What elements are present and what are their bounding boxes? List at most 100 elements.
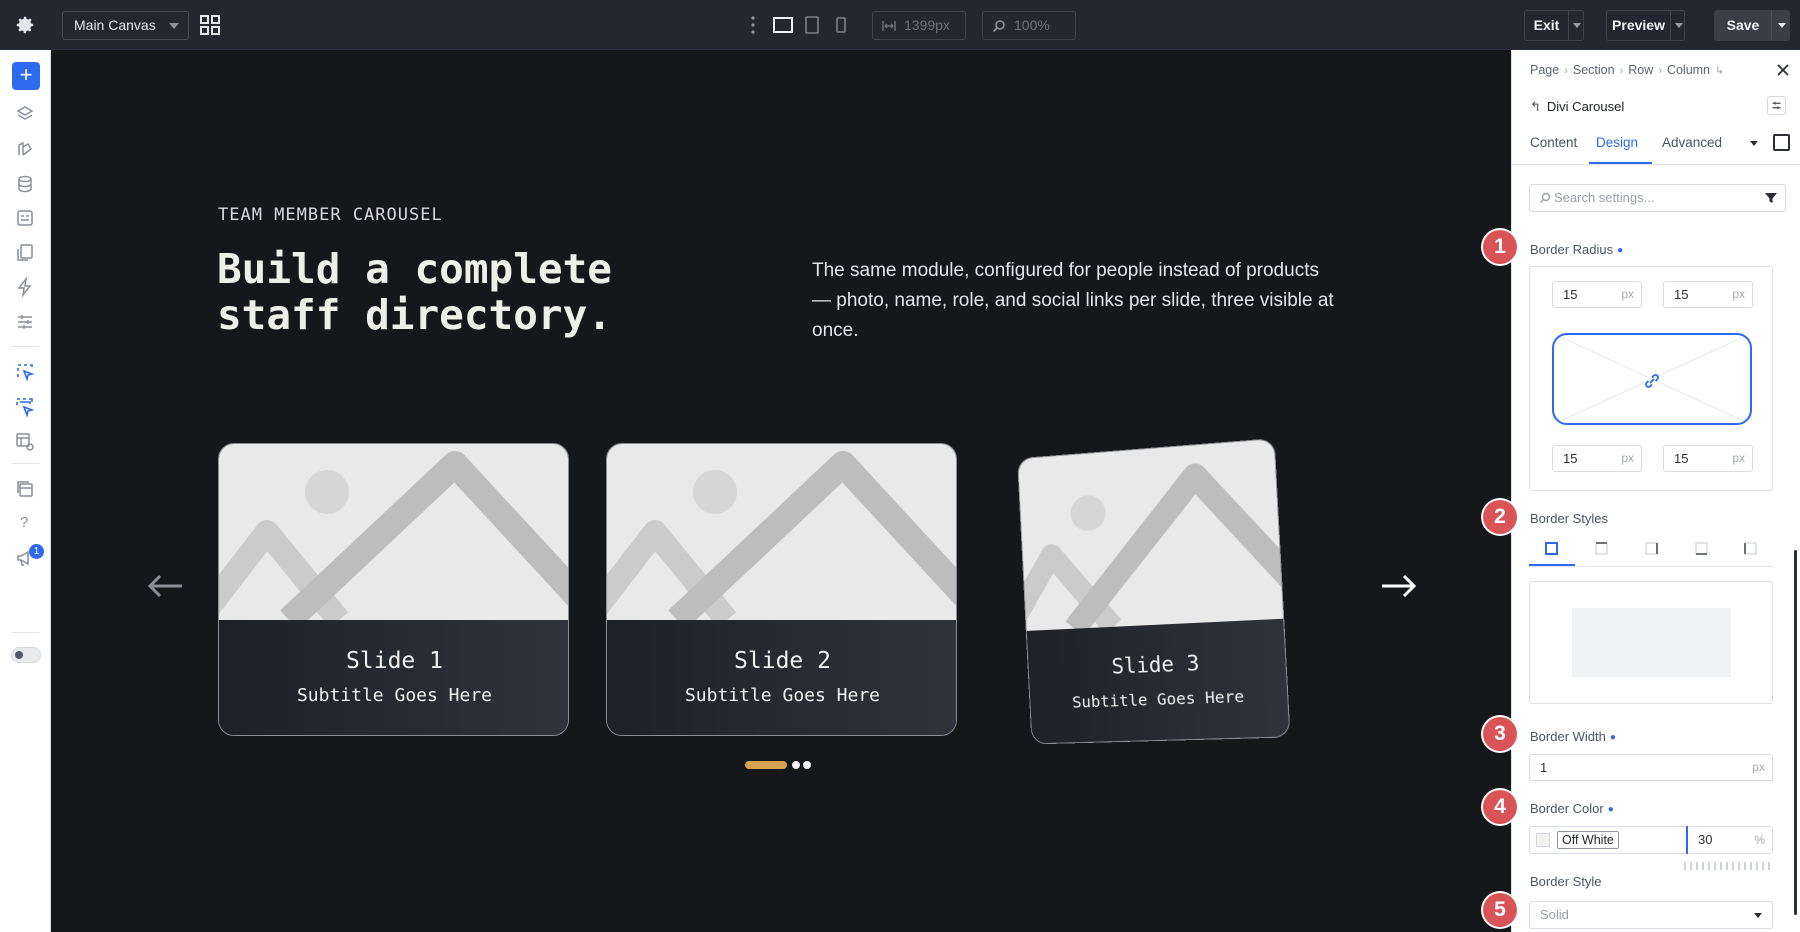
zoom-icon: [992, 20, 1005, 33]
canvas-select-value: Main Canvas: [74, 17, 156, 33]
tablet-view-icon[interactable]: [804, 14, 820, 36]
carousel-slide[interactable]: Slide 1 Subtitle Goes Here: [218, 443, 569, 736]
image-placeholder: [607, 444, 956, 620]
select-element-icon[interactable]: [15, 362, 35, 382]
mode-toggle[interactable]: [11, 647, 41, 663]
sliders-icon[interactable]: [1767, 96, 1786, 115]
carousel-slide[interactable]: Slide 3 Subtitle Goes Here: [1017, 438, 1291, 745]
border-all-icon[interactable]: [1544, 541, 1559, 556]
layouts-icon[interactable]: [15, 479, 35, 499]
arrow-left-icon[interactable]: [146, 571, 184, 601]
carousel-slide[interactable]: Slide 2 Subtitle Goes Here: [606, 443, 957, 736]
chevron-down-icon[interactable]: [1573, 23, 1581, 28]
opacity-slider[interactable]: [1684, 862, 1772, 870]
image-placeholder-icon: [607, 451, 956, 620]
border-top-icon[interactable]: [1594, 541, 1609, 556]
pagination-dot-active[interactable]: [745, 761, 787, 769]
database-icon[interactable]: [15, 174, 35, 194]
arrow-right-icon[interactable]: [1380, 571, 1418, 601]
breadcrumb-row[interactable]: Row: [1628, 63, 1653, 77]
section-eyebrow: TEAM MEMBER CAROUSEL: [218, 205, 443, 225]
pagination-dot[interactable]: [803, 761, 811, 769]
radius-bottom-left-input[interactable]: 15 px: [1552, 445, 1642, 472]
border-color-input[interactable]: Off White 30 %: [1529, 826, 1773, 854]
desktop-view-icon[interactable]: [772, 14, 794, 36]
border-style-preview-box: [1572, 608, 1731, 677]
gear-icon[interactable]: [14, 14, 36, 36]
pagination-dot[interactable]: [792, 761, 800, 769]
border-left-icon[interactable]: [1743, 541, 1758, 556]
slide-title: Slide 1: [346, 648, 443, 674]
radius-bottom-right-input[interactable]: 15 px: [1663, 445, 1753, 472]
image-placeholder-icon: [1018, 439, 1285, 631]
editor-canvas: TEAM MEMBER CAROUSEL Build a complete st…: [52, 50, 1510, 932]
radius-top-left-value: 15: [1563, 287, 1578, 302]
layers-icon[interactable]: [15, 104, 35, 124]
module-title: ↰ Divi Carousel: [1530, 99, 1624, 115]
design-palette-icon[interactable]: [15, 139, 35, 159]
exit-button[interactable]: Exit: [1524, 10, 1584, 41]
breadcrumb-column[interactable]: Column: [1667, 63, 1710, 77]
chevron-right-icon: ›: [1619, 65, 1624, 77]
module-title-text: Divi Carousel: [1546, 99, 1625, 114]
breadcrumb-page[interactable]: Page: [1530, 63, 1559, 77]
border-radius-label: Border Radius ●: [1530, 242, 1623, 257]
tab-content[interactable]: Content: [1530, 135, 1577, 150]
grid-icon[interactable]: [199, 14, 221, 36]
save-button[interactable]: Save: [1714, 10, 1790, 41]
border-side-tabs: [1529, 535, 1773, 567]
multi-select-icon[interactable]: [15, 397, 35, 417]
more-vertical-icon[interactable]: [751, 16, 755, 34]
canvas-width-field[interactable]: 1399px: [872, 11, 966, 40]
zoom-field[interactable]: 100%: [982, 11, 1076, 40]
help-icon[interactable]: ?: [20, 514, 28, 531]
pages-icon[interactable]: [15, 243, 35, 263]
border-color-opacity[interactable]: 30: [1698, 827, 1712, 853]
chevron-down-icon[interactable]: [1778, 23, 1786, 28]
border-right-icon[interactable]: [1644, 541, 1659, 556]
top-toolbar: Main Canvas 1399px 100% Exit Preview Sav…: [0, 0, 1800, 50]
add-module-button[interactable]: +: [12, 62, 40, 90]
form-icon[interactable]: [15, 208, 35, 228]
search-placeholder: Search settings...: [1554, 190, 1655, 205]
border-styles-label: Border Styles: [1530, 511, 1609, 526]
lightning-icon[interactable]: [15, 277, 35, 297]
chevron-right-icon: ›: [1658, 65, 1662, 77]
exit-label: Exit: [1533, 17, 1560, 33]
view-mode-icon[interactable]: [1773, 134, 1790, 151]
theme-builder-icon[interactable]: [15, 432, 35, 452]
border-width-value: 1: [1540, 760, 1548, 775]
preview-button[interactable]: Preview: [1606, 10, 1685, 41]
color-swatch[interactable]: [1536, 833, 1550, 847]
slide-subtitle: Subtitle Goes Here: [684, 685, 881, 706]
panel-scrollbar[interactable]: [1794, 550, 1797, 915]
chevron-down-icon[interactable]: [1675, 23, 1683, 28]
breadcrumb-section[interactable]: Section: [1573, 63, 1615, 77]
radius-unit: px: [1732, 287, 1745, 301]
close-icon[interactable]: [1776, 63, 1790, 77]
zoom-value: 100%: [1014, 17, 1050, 33]
radius-top-right-input[interactable]: 15 px: [1663, 281, 1753, 308]
color-variable-chip[interactable]: Off White: [1557, 831, 1619, 849]
chevron-down-icon: [169, 23, 179, 29]
canvas-select[interactable]: Main Canvas: [62, 11, 189, 40]
phone-view-icon[interactable]: [834, 14, 848, 36]
back-arrow-icon[interactable]: ↰: [1530, 99, 1541, 114]
filter-icon[interactable]: [1765, 192, 1777, 204]
step-marker-1: 1: [1483, 230, 1517, 264]
list-settings-icon[interactable]: [15, 312, 35, 332]
border-bottom-icon[interactable]: [1694, 541, 1709, 556]
sidebar-divider: [12, 463, 39, 464]
border-width-input[interactable]: 1 px: [1529, 754, 1773, 781]
search-settings-input[interactable]: Search settings...: [1529, 184, 1786, 212]
canvas-width-value: 1399px: [904, 17, 950, 33]
slide-caption: Slide 3 Subtitle Goes Here: [1026, 618, 1291, 745]
tab-advanced[interactable]: Advanced: [1662, 135, 1722, 150]
link-icon[interactable]: [1642, 371, 1662, 391]
save-label: Save: [1726, 17, 1760, 33]
radius-top-left-input[interactable]: 15 px: [1552, 281, 1642, 308]
border-style-select[interactable]: Solid: [1529, 901, 1773, 929]
chevron-down-icon[interactable]: [1750, 141, 1758, 146]
border-style-value: Solid: [1540, 907, 1569, 922]
tab-design[interactable]: Design: [1596, 135, 1638, 150]
